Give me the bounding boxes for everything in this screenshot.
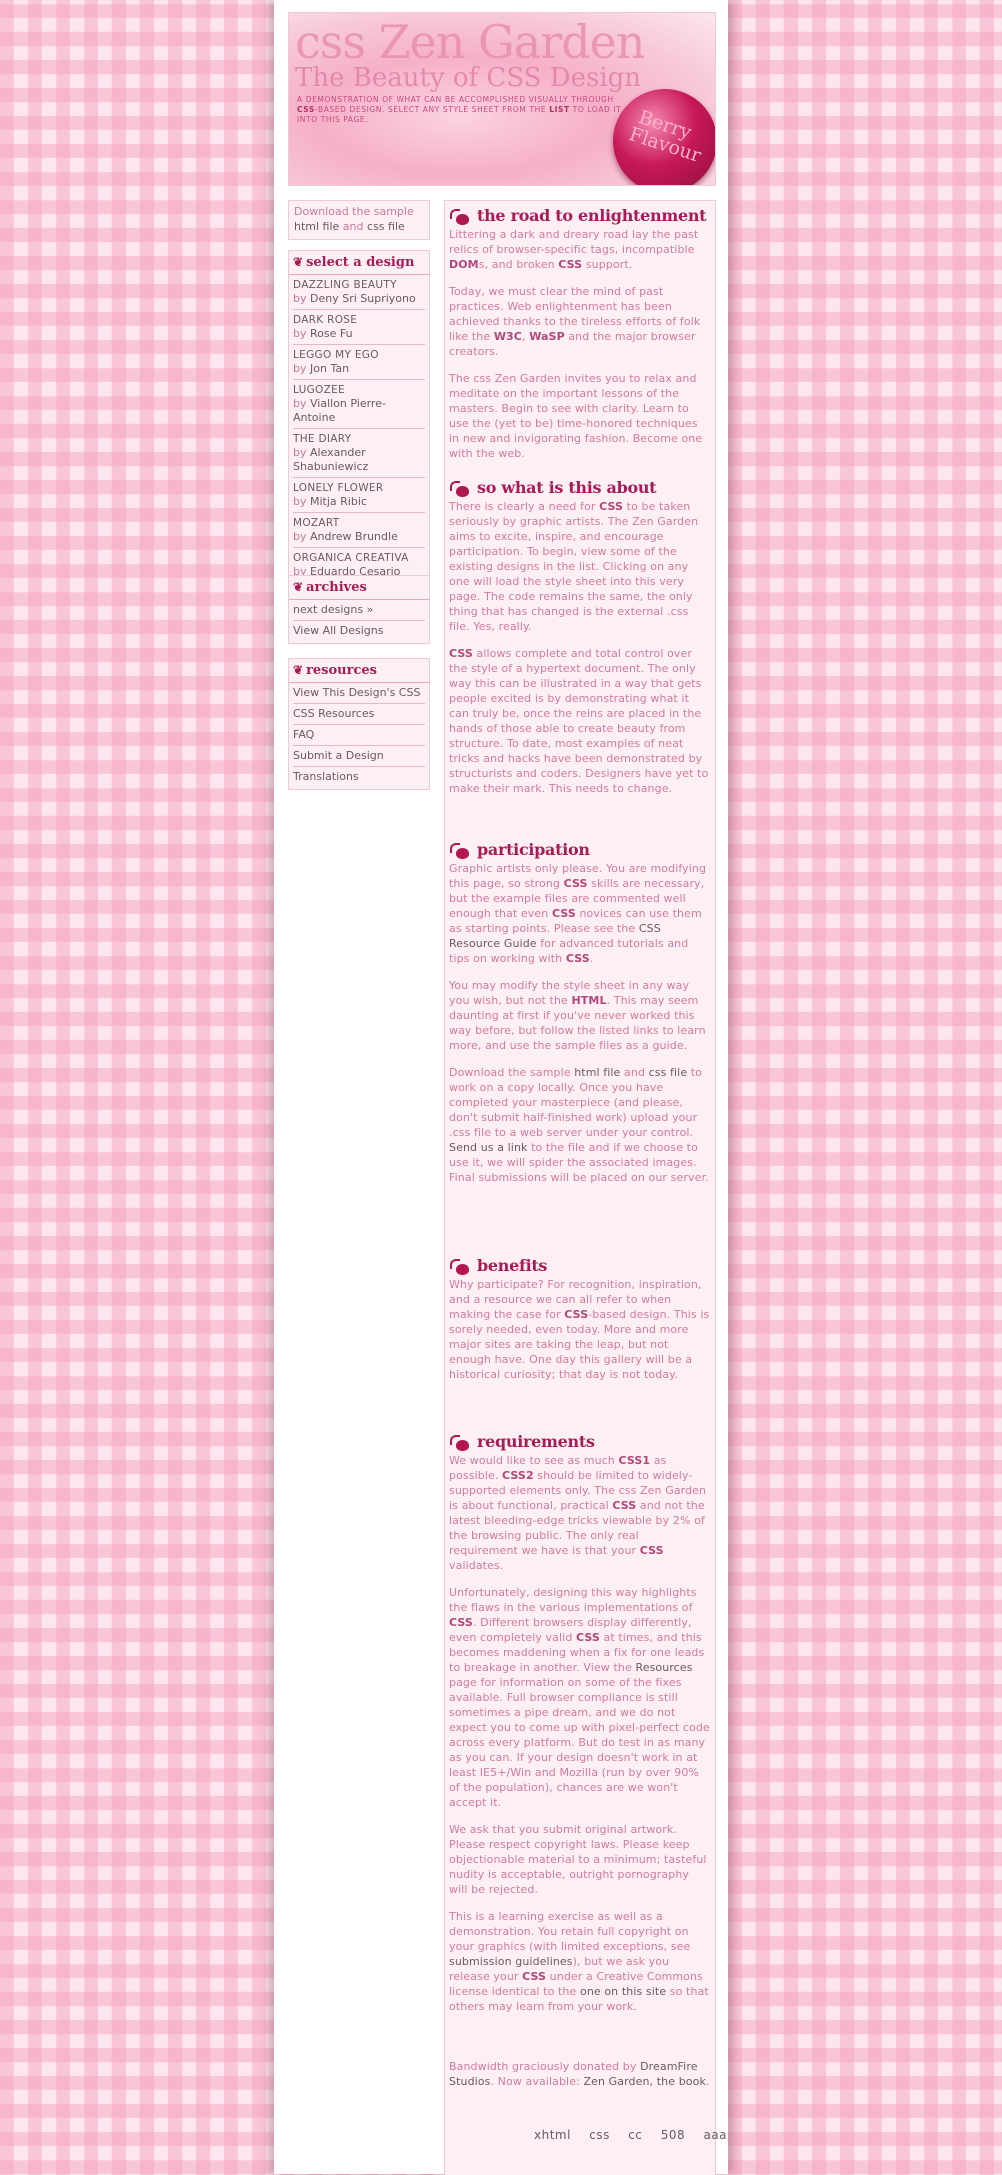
submission-guidelines-link[interactable]: submission guidelines bbox=[449, 1955, 573, 1968]
footer-cc-link[interactable]: cc bbox=[628, 2128, 642, 2142]
resource-submit-design[interactable]: Submit a Design bbox=[293, 746, 425, 767]
section-participation: participation Graphic artists only pleas… bbox=[449, 839, 711, 1197]
requirements-p1: We would like to see as much CSS1 as pos… bbox=[449, 1454, 707, 1572]
page-header: css Zen Garden The Beauty of CSS Design … bbox=[288, 12, 716, 186]
list-link[interactable]: list bbox=[549, 105, 570, 114]
design-name[interactable]: LONELY FLOWER bbox=[293, 481, 425, 495]
license-link[interactable]: one on this site bbox=[580, 1985, 666, 1998]
benefits-p1: Why participate? For recognition, inspir… bbox=[449, 1278, 710, 1381]
site-subtitle: The Beauty of CSS Design bbox=[295, 63, 642, 93]
site-summary: A demonstration of what can be accomplis… bbox=[297, 95, 622, 124]
design-item[interactable]: THE DIARY by Alexander Shabuniewicz bbox=[293, 429, 425, 478]
design-name[interactable]: LEGGO MY EGO bbox=[293, 348, 425, 362]
design-item[interactable]: DARK ROSE by Rose Fu bbox=[293, 310, 425, 345]
design-byline: by Deny Sri Supriyono bbox=[293, 292, 416, 305]
page-container: css Zen Garden The Beauty of CSS Design … bbox=[274, 0, 728, 2175]
requirements-p4: This is a learning exercise as well as a… bbox=[449, 1910, 709, 2013]
design-name[interactable]: DARK ROSE bbox=[293, 313, 425, 327]
archives-box: ❦ archives next designs » View All Design… bbox=[288, 575, 430, 644]
design-byline: by Andrew Brundle bbox=[293, 530, 398, 543]
main-content: the road to enlightenment Littering a da… bbox=[444, 200, 716, 2175]
design-item[interactable]: LONELY FLOWER by Mitja Ribic bbox=[293, 478, 425, 513]
design-item[interactable]: DAZZLING BEAUTY by Deny Sri Supriyono bbox=[293, 275, 425, 310]
resource-translations[interactable]: Translations bbox=[293, 767, 425, 787]
enlightenment-p2: Today, we must clear the mind of past pr… bbox=[449, 285, 701, 358]
design-byline: by Alexander Shabuniewicz bbox=[293, 446, 369, 473]
design-item[interactable]: MOZART by Andrew Brundle bbox=[293, 513, 425, 548]
participation-p2: You may modify the style sheet in any wa… bbox=[449, 979, 706, 1052]
berry-flavour-badge: Berry Flavour bbox=[613, 89, 715, 185]
archive-view-all[interactable]: View All Designs bbox=[293, 621, 425, 641]
berry-icon bbox=[449, 1258, 473, 1276]
sample-html-link[interactable]: html file bbox=[294, 220, 339, 233]
select-design-box: ❦ select a design DAZZLING BEAUTY by Deny … bbox=[288, 250, 430, 585]
design-byline: by Rose Fu bbox=[293, 327, 353, 340]
participation-css-link[interactable]: css file bbox=[649, 1066, 688, 1079]
section-bandwidth: Bandwidth graciously donated by DreamFir… bbox=[449, 2059, 711, 2101]
design-name[interactable]: DAZZLING BEAUTY bbox=[293, 278, 425, 292]
section-requirements: requirements We would like to see as muc… bbox=[449, 1431, 711, 2026]
footer-css-link[interactable]: css bbox=[589, 2128, 610, 2142]
design-item[interactable]: LEGGO MY EGO by Jon Tan bbox=[293, 345, 425, 380]
footer-508-link[interactable]: 508 bbox=[661, 2128, 685, 2142]
resources-heading: ❦ resources bbox=[289, 659, 429, 683]
archive-next-designs[interactable]: next designs » bbox=[293, 600, 425, 621]
design-author[interactable]: Deny Sri Supriyono bbox=[310, 292, 416, 305]
about-p2: CSS allows complete and total control ov… bbox=[449, 647, 709, 795]
resources-box: ❦ resources View This Design's CSS CSS Re… bbox=[288, 658, 430, 790]
select-design-heading: ❦ select a design bbox=[289, 251, 429, 275]
section-enlightenment: the road to enlightenment Littering a da… bbox=[449, 205, 711, 473]
enlightenment-p3: The css Zen Garden invites you to relax … bbox=[449, 372, 703, 460]
sample-css-link[interactable]: css file bbox=[367, 220, 405, 233]
design-byline: by Viallon Pierre-Antoine bbox=[293, 397, 386, 424]
about-p1: There is clearly a need for CSS to be ta… bbox=[449, 500, 699, 633]
section-benefits: benefits Why participate? For recognitio… bbox=[449, 1255, 711, 1394]
design-byline: by Jon Tan bbox=[293, 362, 350, 375]
design-byline: by Mitja Ribic bbox=[293, 495, 367, 508]
design-author[interactable]: Jon Tan bbox=[310, 362, 349, 375]
benefits-heading: benefits bbox=[449, 1255, 711, 1277]
footer-aaa-link[interactable]: aaa bbox=[703, 2128, 727, 2142]
berry-icon bbox=[449, 480, 473, 498]
swirl-icon: ❦ bbox=[293, 580, 304, 594]
enlightenment-heading: the road to enlightenment bbox=[449, 205, 711, 227]
about-heading: so what is this about bbox=[449, 477, 711, 499]
resource-css-resources[interactable]: CSS Resources bbox=[293, 704, 425, 725]
design-item[interactable]: LUGOZEE by Viallon Pierre-Antoine bbox=[293, 380, 425, 429]
design-author[interactable]: Andrew Brundle bbox=[310, 530, 398, 543]
participation-heading: participation bbox=[449, 839, 711, 861]
footer-links: xhtml css cc 508 aaa bbox=[534, 2128, 727, 2142]
send-link[interactable]: Send us a link bbox=[449, 1141, 528, 1154]
participation-p3: Download the sample html file and css fi… bbox=[449, 1066, 709, 1184]
bandwidth-text: Bandwidth graciously donated by DreamFir… bbox=[449, 2060, 710, 2088]
section-about: so what is this about There is clearly a… bbox=[449, 477, 711, 808]
resource-faq[interactable]: FAQ bbox=[293, 725, 425, 746]
download-box: Download the sample html file and css fi… bbox=[288, 200, 430, 240]
requirements-p3: We ask that you submit original artwork.… bbox=[449, 1823, 707, 1896]
footer-xhtml-link[interactable]: xhtml bbox=[534, 2128, 571, 2142]
berry-icon bbox=[449, 1434, 473, 1452]
resources-link[interactable]: Resources bbox=[635, 1661, 692, 1674]
requirements-heading: requirements bbox=[449, 1431, 711, 1453]
design-list: DAZZLING BEAUTY by Deny Sri Supriyono DARK… bbox=[289, 275, 429, 584]
design-name[interactable]: LUGOZEE bbox=[293, 383, 425, 397]
design-author[interactable]: Mitja Ribic bbox=[310, 495, 367, 508]
site-title: css Zen Garden bbox=[295, 15, 645, 69]
resource-view-css[interactable]: View This Design's CSS bbox=[293, 683, 425, 704]
swirl-icon: ❦ bbox=[293, 255, 304, 269]
enlightenment-p1: Littering a dark and dreary road lay the… bbox=[449, 228, 699, 271]
berry-icon bbox=[449, 208, 473, 226]
participation-html-link[interactable]: html file bbox=[574, 1066, 620, 1079]
requirements-p2: Unfortunately, designing this way highli… bbox=[449, 1586, 710, 1809]
archives-heading: ❦ archives bbox=[289, 576, 429, 600]
zen-book-link[interactable]: Zen Garden, the book bbox=[583, 2075, 705, 2088]
design-name[interactable]: THE DIARY bbox=[293, 432, 425, 446]
swirl-icon: ❦ bbox=[293, 663, 304, 677]
design-name[interactable]: MOZART bbox=[293, 516, 425, 530]
design-author[interactable]: Rose Fu bbox=[310, 327, 353, 340]
participation-p1: Graphic artists only please. You are mod… bbox=[449, 862, 707, 965]
design-name[interactable]: ORGANICA CREATIVA bbox=[293, 551, 425, 565]
berry-icon bbox=[449, 842, 473, 860]
